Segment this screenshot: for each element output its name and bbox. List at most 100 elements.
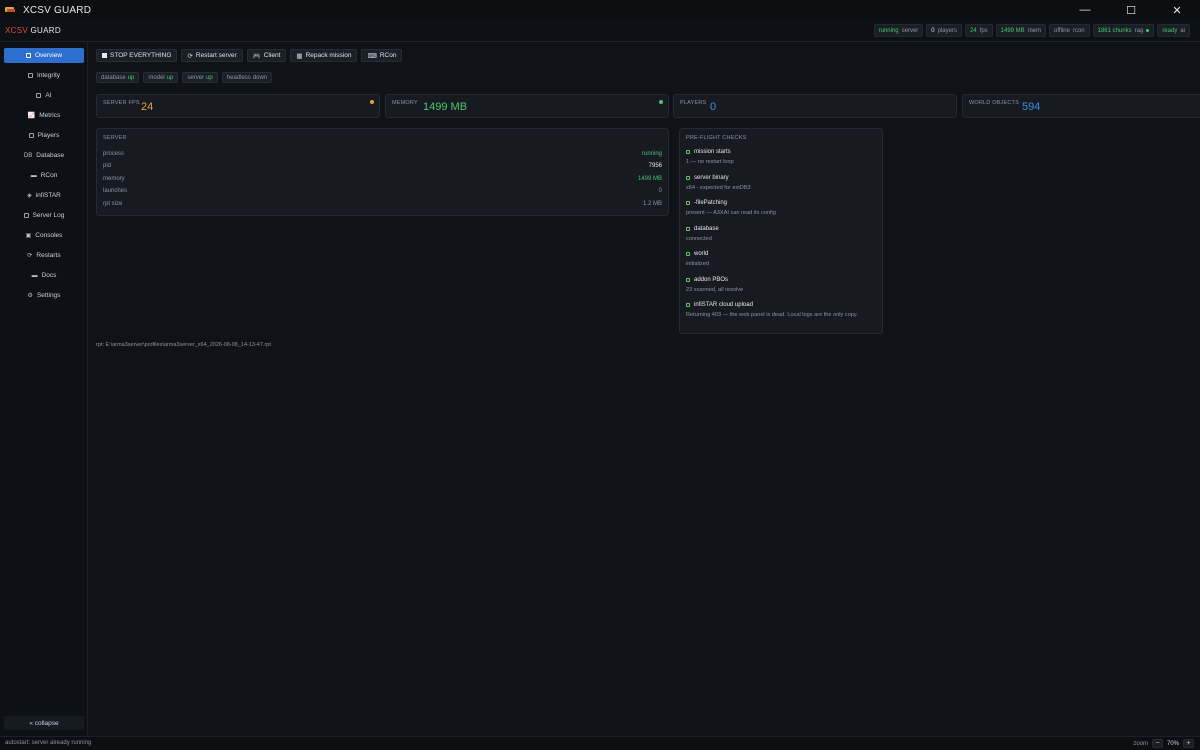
console-icon: ▣ — [25, 233, 32, 239]
server-row-rpt-size: rpt size 1.2 MB — [103, 199, 662, 209]
sidebar-item-server-log[interactable]: Server Log — [4, 208, 84, 223]
zoom-in-button[interactable]: + — [1183, 739, 1194, 748]
brand-logo: XCSV GUARD — [5, 26, 61, 35]
sidebar-item-label: Consoles — [35, 232, 63, 239]
pill-value: 1499 MB — [1000, 27, 1025, 34]
check-detail: present — A3XAI can read its config — [686, 210, 776, 216]
check-detail: 1 — no restart loop — [686, 159, 734, 165]
chip-name: database — [101, 74, 126, 81]
sidebar-item-rcon[interactable]: ▬ RCon — [4, 168, 84, 183]
pill-label: mem — [1027, 27, 1042, 34]
status-dot-icon — [370, 100, 374, 104]
server-panel: SERVER process running pid 7956 memory 1499… — [96, 128, 669, 216]
zoom-out-button[interactable]: − — [1151, 739, 1163, 748]
sidebar-item-players[interactable]: Players — [4, 128, 84, 143]
client-button[interactable]: 🎮 Client — [246, 49, 287, 62]
package-icon: ▦ — [296, 52, 303, 60]
check-title: mission starts — [694, 149, 731, 155]
check-box-icon — [686, 303, 690, 307]
stop-icon — [102, 53, 107, 58]
square-icon — [27, 73, 33, 78]
gear-icon: ⚙ — [27, 293, 33, 299]
stat-value: 594 — [1022, 101, 1041, 113]
status-bar: autostart: server already running zoom −… — [0, 736, 1200, 750]
action-toolbar: STOP EVERYTHING ⟳ Restart server 🎮 Client … — [96, 49, 403, 62]
sidebar-item-label: Settings — [36, 292, 61, 299]
sidebar-item-label: Overview — [34, 52, 63, 59]
check-box-icon — [686, 278, 690, 282]
main-content: STOP EVERYTHING ⟳ Restart server 🎮 Client … — [89, 42, 1200, 736]
check-detail: Returning 403 — the web panel is dead. L… — [686, 312, 858, 318]
sidebar-item-consoles[interactable]: ▣ Consoles — [4, 228, 84, 243]
check-box-icon — [686, 227, 690, 231]
minimize-button[interactable]: — — [1062, 0, 1108, 20]
row-value: 1.2 MB — [642, 201, 662, 207]
pill-label: ai — [1180, 27, 1185, 34]
sidebar-item-docs[interactable]: ▬ Docs — [4, 268, 84, 283]
book-icon: ▬ — [31, 272, 38, 279]
chip-state: down — [252, 74, 268, 81]
pill-label: server — [901, 27, 919, 34]
check-box-icon — [686, 150, 690, 154]
server-row-memory: memory 1499 MB — [103, 174, 662, 184]
pill-label: fps — [979, 27, 988, 34]
status-pill-server: running server — [873, 24, 924, 37]
zoom-label: zoom — [1133, 740, 1148, 747]
check-file-patching: -filePatching present — A3XAI can read i… — [686, 200, 881, 216]
sidebar-item-restarts[interactable]: ⟳ Restarts — [4, 248, 84, 263]
check-title: infiSTAR cloud upload — [694, 302, 753, 308]
zoom-control: zoom − 70% + — [1133, 739, 1194, 748]
close-button[interactable]: ✕ — [1154, 0, 1200, 20]
status-dot-icon — [659, 100, 663, 104]
button-label: Client — [263, 52, 281, 59]
check-detail: x64 - expected for extDB3 — [686, 185, 751, 191]
check-world: world initialized — [686, 251, 881, 267]
stat-value: 24 — [141, 101, 154, 113]
check-addon-pbos: addon PBOs 23 scanned, all resolve — [686, 277, 881, 293]
stat-label: SERVER FPS — [103, 100, 140, 106]
check-detail: 23 scanned, all resolve — [686, 287, 744, 293]
pill-value: 0 — [931, 27, 935, 34]
stat-value: 0 — [710, 101, 717, 113]
collapse-sidebar-button[interactable]: « collapse — [4, 716, 84, 730]
sidebar-item-overview[interactable]: Overview — [4, 48, 84, 63]
sidebar-item-label: Players — [37, 132, 60, 139]
restart-icon: ⟳ — [27, 253, 33, 259]
server-row-process: process running — [103, 149, 662, 159]
zoom-value: 70% — [1166, 740, 1179, 747]
status-pill-mem: 1499 MB mem — [995, 24, 1047, 37]
status-message: autostart: server already running — [5, 740, 92, 746]
sidebar-item-infistar[interactable]: ◈ infiSTAR — [4, 188, 84, 203]
rpt-file-path: rpt: E:\arma3server\profiles\arma3server… — [96, 342, 271, 348]
rcon-button[interactable]: ⌨ RCon — [361, 49, 403, 62]
status-pill-fps: 24 fps — [964, 24, 993, 37]
status-pill-ai: ready ai — [1157, 24, 1190, 37]
check-title: addon PBOs — [694, 277, 729, 283]
stat-label: PLAYERS — [680, 100, 707, 106]
stat-card-server-fps: SERVER FPS 24 — [96, 94, 380, 118]
chip-name: model — [148, 74, 165, 81]
row-key: process — [103, 151, 125, 157]
repack-mission-button[interactable]: ▦ Repack mission — [290, 49, 358, 62]
button-label: Repack mission — [305, 52, 352, 59]
sidebar-item-metrics[interactable]: 📈 Metrics — [4, 108, 84, 123]
sidebar-item-database[interactable]: DB Database — [4, 148, 84, 163]
sidebar-item-integrity[interactable]: Integrity — [4, 68, 84, 83]
button-label: STOP EVERYTHING — [110, 52, 172, 59]
check-infistar-cloud-upload: infiSTAR cloud upload Returning 403 — th… — [686, 302, 881, 318]
check-title: database — [694, 226, 719, 232]
sidebar-item-ai[interactable]: AI — [4, 88, 84, 103]
chip-database: database up — [96, 72, 140, 83]
check-detail: connected — [686, 236, 712, 242]
stat-card-players: PLAYERS 0 — [673, 94, 957, 118]
restart-server-button[interactable]: ⟳ Restart server — [181, 49, 243, 62]
maximize-button[interactable]: ☐ — [1108, 0, 1154, 20]
check-database: database connected — [686, 226, 881, 242]
row-value: running — [641, 151, 662, 157]
sidebar-item-settings[interactable]: ⚙ Settings — [4, 288, 84, 303]
check-server-binary: server binary x64 - expected for extDB3 — [686, 175, 881, 191]
terminal-icon: ⌨ — [367, 52, 377, 60]
chip-server: server up — [182, 72, 218, 83]
square-icon — [36, 93, 42, 98]
stop-everything-button[interactable]: STOP EVERYTHING — [96, 49, 178, 62]
